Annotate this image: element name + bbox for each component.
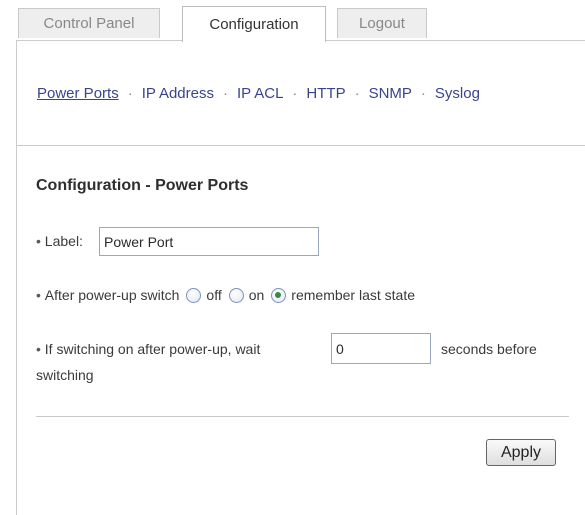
- wait-label-wrap: switching: [36, 367, 94, 383]
- subnav-separator: ·: [354, 85, 360, 102]
- bullet: •: [36, 233, 41, 249]
- radio-option-remember[interactable]: remember last state: [264, 287, 415, 303]
- content-panel: Power Ports · IP Address · IP ACL · HTTP · SNMP ·…: [16, 40, 585, 515]
- radio-remember-last-state[interactable]: [271, 287, 287, 303]
- subnav-link-snmp[interactable]: SNMP: [369, 85, 412, 102]
- radio-option-off[interactable]: off: [179, 287, 222, 303]
- wait-seconds-input[interactable]: [331, 333, 431, 364]
- label-input[interactable]: [99, 227, 319, 256]
- radio-off-label: off: [206, 287, 222, 303]
- label-field-label: Label:: [44, 233, 83, 249]
- bullet: •: [36, 287, 41, 303]
- wait-label-before: If switching on after power-up, wait: [44, 341, 261, 357]
- form-divider: [36, 416, 569, 417]
- subnav-separator: ·: [420, 85, 426, 102]
- bullet: •: [36, 341, 41, 357]
- radio-remember-label: remember last state: [291, 287, 416, 303]
- subnav-divider: [17, 145, 585, 146]
- radio-off[interactable]: [186, 287, 202, 303]
- power-up-label: After power-up switch: [44, 287, 180, 303]
- tab-logout[interactable]: Logout: [337, 8, 427, 38]
- subnav-link-ip-acl[interactable]: IP ACL: [237, 85, 283, 102]
- subnav-separator: ·: [222, 85, 228, 102]
- power-up-row: • After power-up switch off on remember …: [36, 287, 415, 303]
- subnav-link-ip-address[interactable]: IP Address: [142, 85, 214, 102]
- subnav-separator: ·: [127, 85, 133, 102]
- page-title: Configuration - Power Ports: [36, 177, 249, 194]
- subnav-link-syslog[interactable]: Syslog: [435, 85, 480, 102]
- tab-bar: Control Panel Configuration Logout: [0, 0, 585, 42]
- subnav-separator: ·: [292, 85, 298, 102]
- label-row: • Label:: [36, 233, 83, 249]
- tab-configuration[interactable]: Configuration: [182, 6, 326, 42]
- apply-button[interactable]: Apply: [486, 439, 556, 466]
- wait-row: • If switching on after power-up, wait: [36, 341, 260, 357]
- subnav-link-http[interactable]: HTTP: [306, 85, 345, 102]
- radio-option-on[interactable]: on: [222, 287, 265, 303]
- subnav-link-power-ports[interactable]: Power Ports: [37, 85, 119, 102]
- wait-label-after: seconds before: [441, 341, 537, 357]
- tab-control-panel[interactable]: Control Panel: [18, 8, 160, 38]
- config-subnav: Power Ports · IP Address · IP ACL · HTTP · SNMP ·…: [37, 85, 480, 102]
- radio-on-label: on: [248, 287, 265, 303]
- radio-on[interactable]: [228, 287, 244, 303]
